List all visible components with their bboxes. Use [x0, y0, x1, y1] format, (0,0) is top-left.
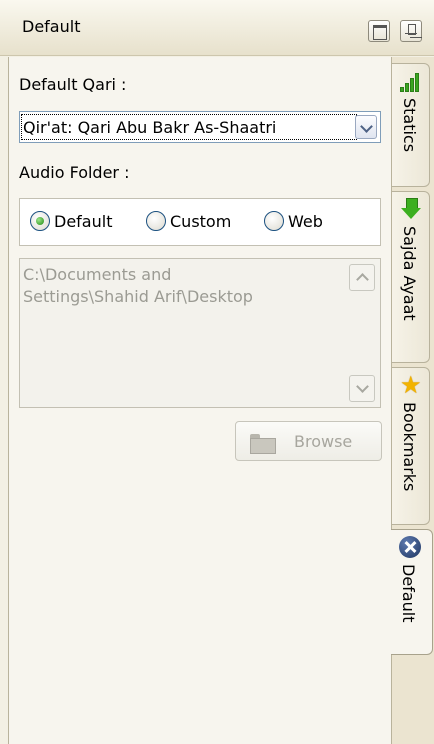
vertical-scrollbar[interactable] — [349, 264, 375, 402]
radio-default-indicator[interactable] — [30, 211, 50, 231]
tab-sajda-ayaat-label: Sajda Ayaat — [400, 226, 419, 321]
pin-icon[interactable] — [400, 20, 422, 42]
audio-folder-radio-group: Default Custom Web — [19, 198, 381, 246]
tab-statics-label: Statics — [400, 98, 419, 153]
down-arrow-icon — [400, 198, 422, 220]
default-qari-label: Default Qari : — [19, 75, 127, 94]
options-panel: Default Default Qari : Qir'at: Qari Abu … — [0, 0, 434, 744]
signal-bars-icon — [400, 70, 422, 92]
qari-select-value: Qir'at: Qari Abu Bakr As-Shaatri — [23, 118, 277, 137]
radio-web[interactable]: Web — [264, 211, 323, 231]
tab-sajda-ayaat[interactable]: Sajda Ayaat — [392, 191, 430, 363]
radio-default-label: Default — [54, 211, 113, 231]
folder-path-line2: Settings\Shahid Arif\Desktop — [23, 287, 253, 306]
panel-title: Default — [22, 17, 81, 36]
tools-icon — [399, 536, 421, 558]
radio-custom-indicator[interactable] — [146, 211, 166, 231]
title-bar: Default — [0, 0, 434, 56]
maximize-icon[interactable] — [368, 20, 390, 42]
qari-select[interactable]: Qir'at: Qari Abu Bakr As-Shaatri — [19, 111, 381, 143]
chevron-down-icon[interactable] — [355, 115, 377, 139]
folder-icon — [250, 434, 276, 454]
scroll-up-icon[interactable] — [349, 264, 375, 291]
side-tab-strip: Statics Sajda Ayaat ★ Bookmarks Default — [391, 57, 434, 744]
tab-default[interactable]: Default — [391, 529, 433, 655]
tab-bookmarks[interactable]: ★ Bookmarks — [392, 367, 430, 525]
folder-path-line1: C:\Documents and — [23, 265, 172, 284]
audio-folder-label: Audio Folder : — [19, 163, 130, 182]
radio-custom-label: Custom — [170, 211, 232, 231]
radio-custom[interactable]: Custom — [146, 211, 231, 231]
tab-bookmarks-label: Bookmarks — [400, 402, 419, 492]
star-icon: ★ — [400, 371, 422, 399]
radio-web-label: Web — [288, 211, 323, 231]
radio-default[interactable]: Default — [30, 211, 112, 231]
panel-content: Default Qari : Qir'at: Qari Abu Bakr As-… — [8, 57, 392, 744]
browse-button-label: Browse — [294, 432, 353, 451]
scroll-down-icon[interactable] — [349, 375, 375, 402]
radio-web-indicator[interactable] — [264, 211, 284, 231]
tab-statics[interactable]: Statics — [392, 63, 430, 187]
browse-button[interactable]: Browse — [235, 421, 382, 461]
folder-path-textarea[interactable]: C:\Documents and Settings\Shahid Arif\De… — [19, 258, 381, 408]
folder-path-text: C:\Documents and Settings\Shahid Arif\De… — [23, 264, 341, 308]
tab-default-label: Default — [399, 564, 418, 623]
